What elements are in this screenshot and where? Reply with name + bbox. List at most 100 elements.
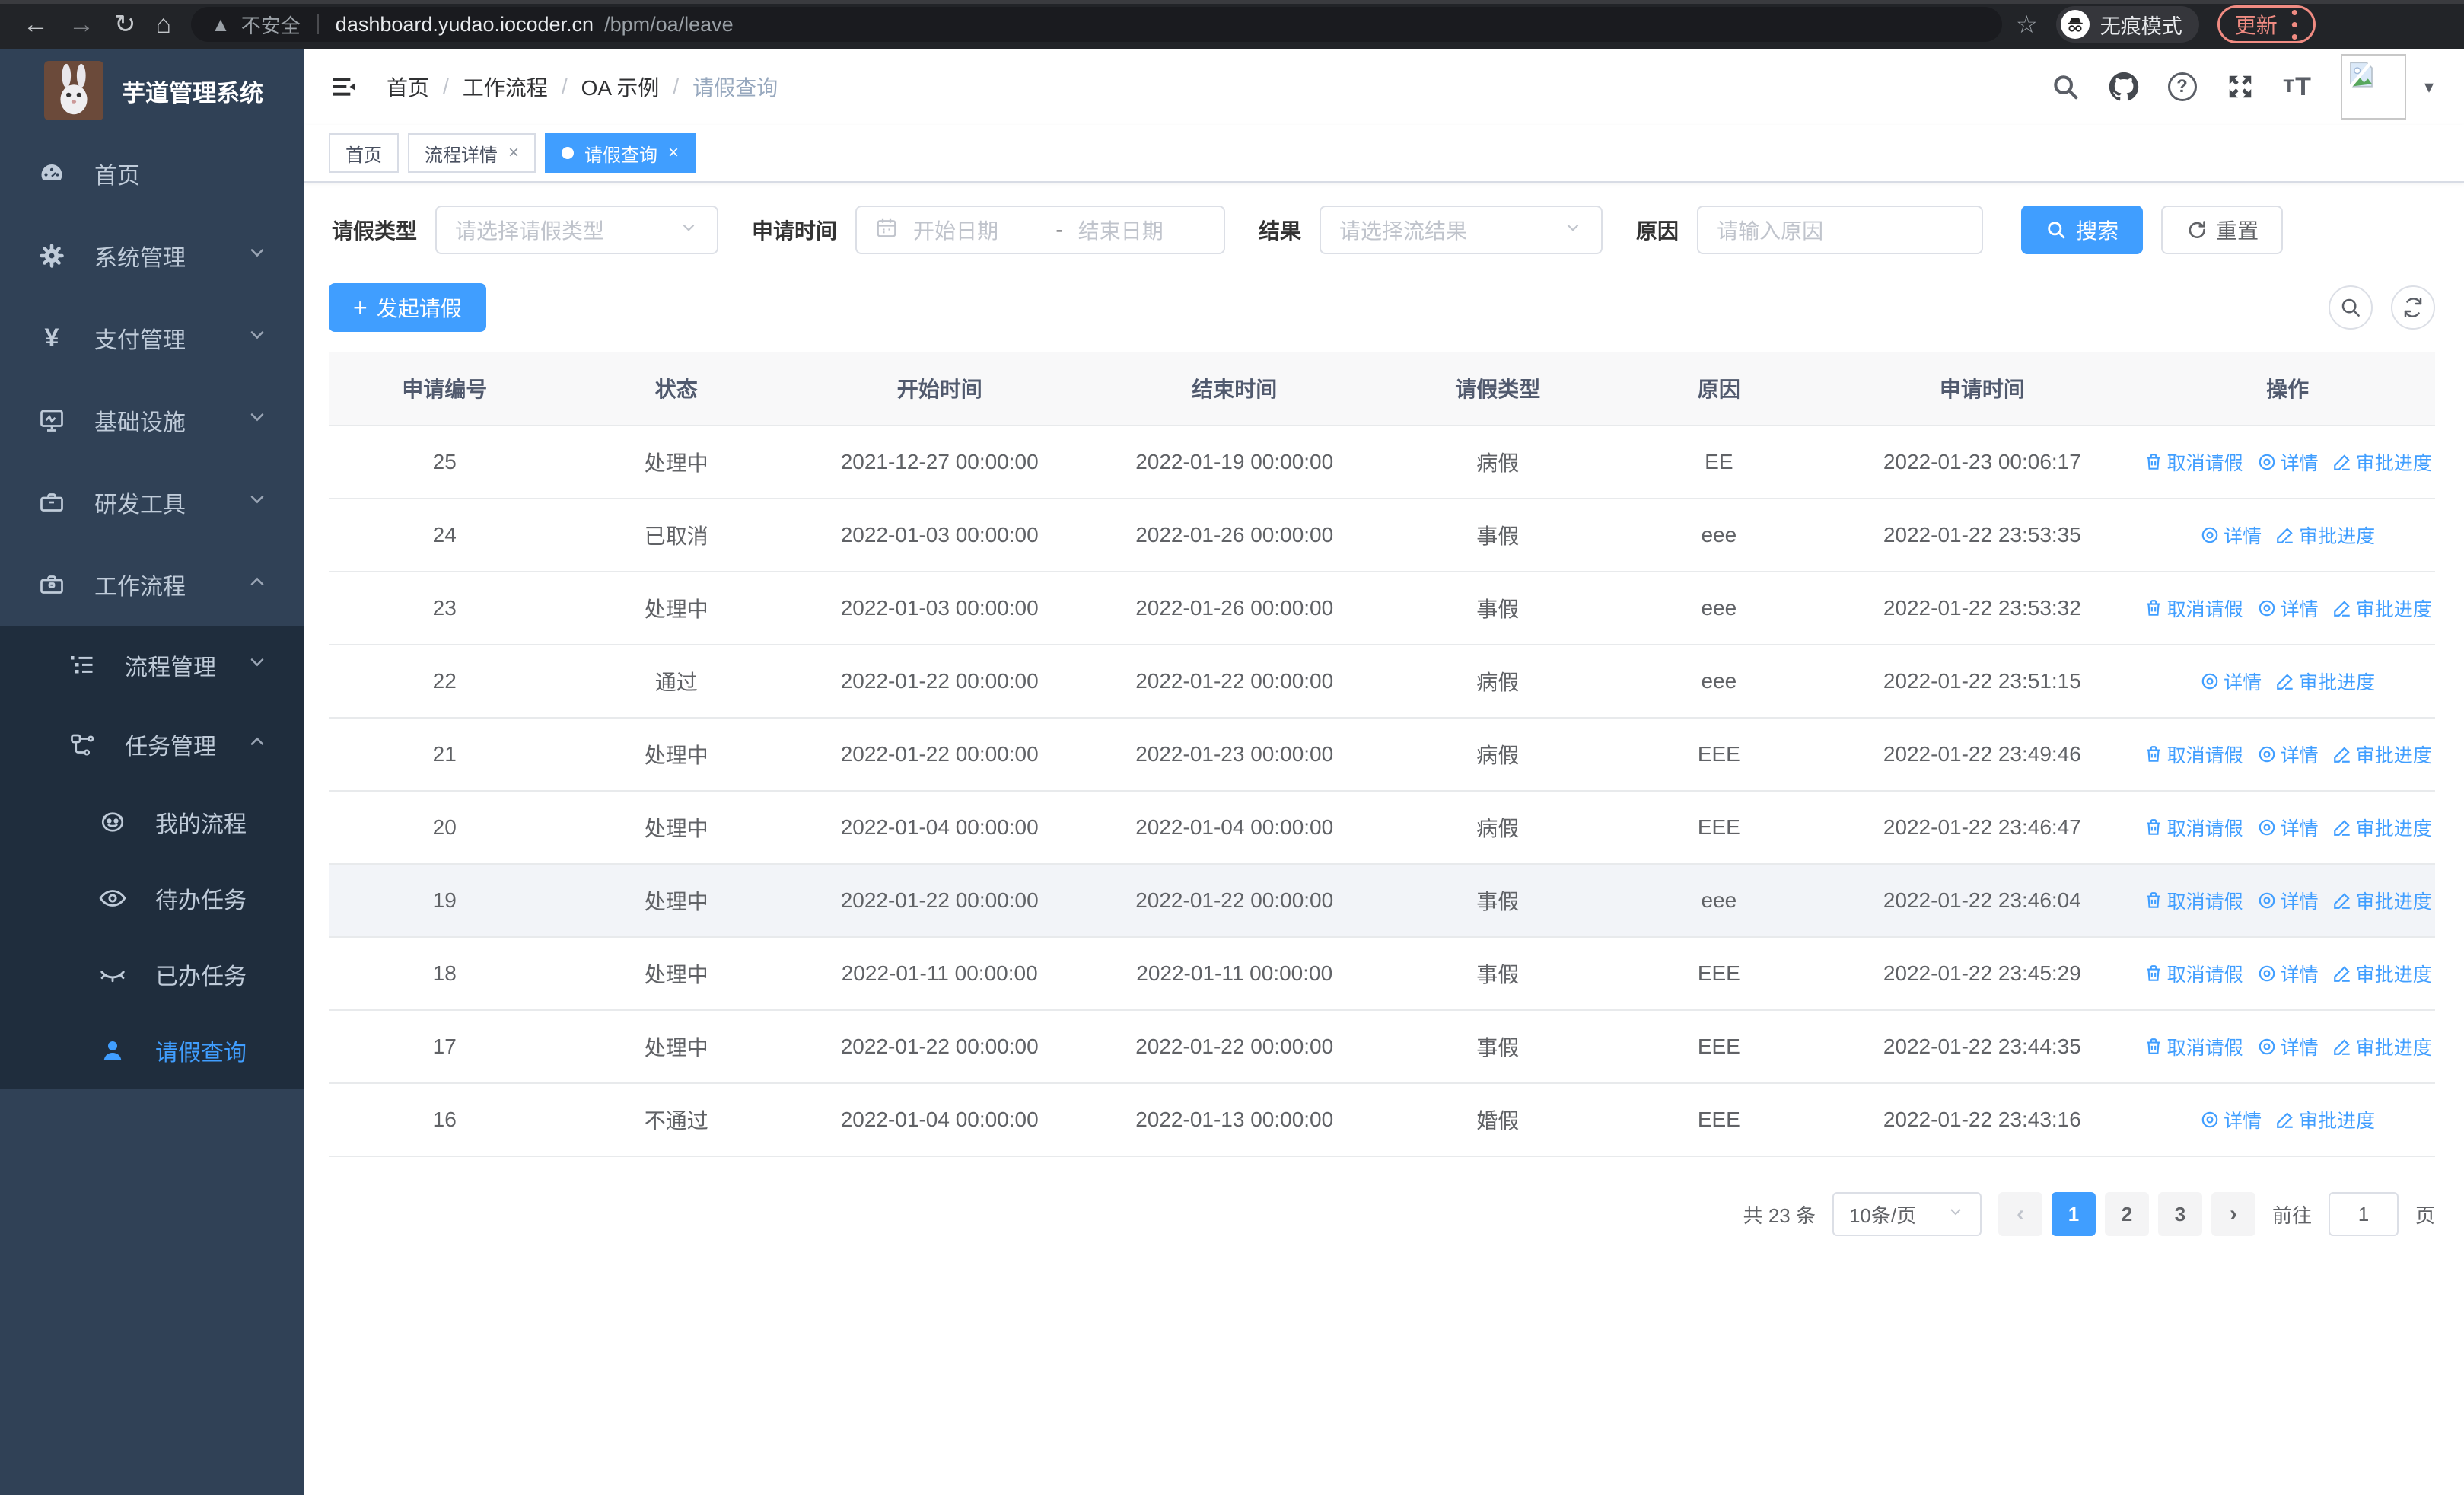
cancel-action-link[interactable]: 取消请假 bbox=[2144, 814, 2243, 841]
page-button-2[interactable]: 2 bbox=[2104, 1192, 2149, 1236]
bookmark-star-icon[interactable]: ☆ bbox=[2016, 10, 2038, 39]
sidebar-item-首页[interactable]: 首页 bbox=[0, 132, 304, 215]
browser-forward-icon[interactable]: → bbox=[68, 11, 94, 37]
tab-请假查询[interactable]: 请假查询 × bbox=[545, 133, 696, 173]
github-icon[interactable] bbox=[2109, 72, 2139, 102]
sidebar-item-研发工具[interactable]: 研发工具 bbox=[0, 461, 304, 543]
progress-action-link[interactable]: 审批进度 bbox=[2332, 741, 2432, 768]
goto-page-input[interactable] bbox=[2328, 1192, 2399, 1236]
help-icon[interactable]: ? bbox=[2167, 72, 2197, 101]
column-header-status: 状态 bbox=[654, 378, 698, 401]
progress-action-link[interactable]: 审批进度 bbox=[2332, 594, 2432, 622]
page-size-select[interactable]: 10条/页 bbox=[1832, 1192, 1982, 1236]
browser-menu-icon[interactable]: • • • bbox=[2291, 2, 2298, 46]
detail-action-link[interactable]: 详情 bbox=[2200, 521, 2262, 549]
detail-action-link[interactable]: 详情 bbox=[2257, 814, 2319, 841]
detail-action-link[interactable]: 详情 bbox=[2257, 887, 2319, 914]
cell-status: 处理中 bbox=[644, 963, 708, 987]
sidebar-item-系统管理[interactable]: 系统管理 bbox=[0, 215, 304, 297]
detail-action-link[interactable]: 详情 bbox=[2257, 1033, 2319, 1060]
sidebar-item-支付管理[interactable]: ¥ 支付管理 bbox=[0, 297, 304, 379]
sidebar-item-工作流程[interactable]: 工作流程 bbox=[0, 543, 304, 626]
url-host: dashboard.yudao.iocoder.cn bbox=[335, 12, 594, 36]
table-toolbar: + 发起请假 bbox=[329, 283, 2435, 332]
detail-action-link[interactable]: 详情 bbox=[2200, 668, 2262, 695]
address-bar[interactable]: ▲ 不安全 dashboard.yudao.iocoder.cn/bpm/oa/… bbox=[191, 7, 2003, 42]
create-leave-button[interactable]: + 发起请假 bbox=[329, 283, 486, 332]
font-size-icon[interactable]: TT bbox=[2284, 72, 2312, 102]
cell-type: 事假 bbox=[1476, 598, 1520, 621]
progress-action-link[interactable]: 审批进度 bbox=[2332, 887, 2432, 914]
cell-id: 24 bbox=[432, 523, 457, 547]
view-icon bbox=[2257, 598, 2277, 618]
cell-apply: 2022-01-22 23:46:47 bbox=[1883, 815, 2081, 839]
url-divider bbox=[317, 14, 319, 34]
action-label: 审批进度 bbox=[2299, 526, 2376, 547]
flow-node-icon bbox=[67, 731, 97, 758]
avatar[interactable] bbox=[2340, 54, 2406, 120]
breadcrumb-item[interactable]: 工作流程 bbox=[463, 72, 548, 102]
security-warning-icon[interactable]: ▲ bbox=[211, 13, 231, 37]
chevron-down-icon bbox=[679, 218, 699, 243]
detail-action-link[interactable]: 详情 bbox=[2257, 741, 2319, 768]
progress-action-link[interactable]: 审批进度 bbox=[2332, 1033, 2432, 1060]
cancel-action-link[interactable]: 取消请假 bbox=[2144, 960, 2243, 987]
tab-流程详情[interactable]: 流程详情 × bbox=[408, 133, 536, 173]
incognito-icon bbox=[2060, 10, 2090, 39]
sidebar-item-请假查询[interactable]: 请假查询 bbox=[0, 1012, 304, 1089]
prev-page-button[interactable]: ‹ bbox=[1998, 1192, 2042, 1236]
avatar-caret-icon[interactable]: ▾ bbox=[2424, 76, 2434, 98]
cancel-action-link[interactable]: 取消请假 bbox=[2144, 594, 2243, 622]
refresh-table-button[interactable] bbox=[2391, 285, 2435, 330]
show-search-button[interactable] bbox=[2329, 285, 2373, 330]
reason-input[interactable]: 请输入原因 bbox=[1697, 206, 1984, 254]
breadcrumb-item[interactable]: 首页 bbox=[387, 72, 429, 102]
app-logo-row[interactable]: 芋道管理系统 bbox=[0, 49, 304, 132]
next-page-button[interactable]: › bbox=[2211, 1192, 2255, 1236]
sidebar-item-已办任务[interactable]: 已办任务 bbox=[0, 936, 304, 1012]
view-icon bbox=[2200, 525, 2220, 545]
search-icon[interactable] bbox=[2051, 72, 2080, 101]
sidebar-item-基础设施[interactable]: 基础设施 bbox=[0, 379, 304, 461]
page-button-3[interactable]: 3 bbox=[2157, 1192, 2202, 1236]
sidebar-item-任务管理[interactable]: 任务管理 bbox=[0, 705, 304, 784]
progress-action-link[interactable]: 审批进度 bbox=[2275, 1106, 2375, 1133]
sidebar-item-label: 工作流程 bbox=[94, 575, 186, 600]
sidebar-collapse-icon[interactable] bbox=[329, 72, 359, 102]
detail-action-link[interactable]: 详情 bbox=[2200, 1106, 2262, 1133]
cell-id: 21 bbox=[432, 742, 457, 766]
column-header-ops: 操作 bbox=[2266, 378, 2310, 401]
reset-button[interactable]: 重置 bbox=[2161, 206, 2284, 254]
progress-action-link[interactable]: 审批进度 bbox=[2332, 814, 2432, 841]
page-button-1[interactable]: 1 bbox=[2051, 1192, 2096, 1236]
search-button[interactable]: 搜索 bbox=[2021, 206, 2144, 254]
browser-home-icon[interactable]: ⌂ bbox=[156, 11, 172, 37]
leave-type-select[interactable]: 请选择请假类型 bbox=[435, 206, 719, 254]
apply-time-range-picker[interactable]: 开始日期 - 结束日期 bbox=[855, 206, 1226, 254]
sidebar-item-我的流程[interactable]: 我的流程 bbox=[0, 784, 304, 860]
progress-action-link[interactable]: 审批进度 bbox=[2275, 521, 2375, 549]
progress-action-link[interactable]: 审批进度 bbox=[2332, 448, 2432, 476]
close-icon[interactable]: × bbox=[508, 142, 519, 164]
cancel-action-link[interactable]: 取消请假 bbox=[2144, 1033, 2243, 1060]
cancel-action-link[interactable]: 取消请假 bbox=[2144, 448, 2243, 476]
cancel-action-link[interactable]: 取消请假 bbox=[2144, 887, 2243, 914]
result-select[interactable]: 请选择流结果 bbox=[1320, 206, 1603, 254]
browser-update-button[interactable]: 更新 • • • bbox=[2217, 2, 2316, 46]
cell-apply: 2022-01-22 23:46:04 bbox=[1883, 888, 2081, 912]
detail-action-link[interactable]: 详情 bbox=[2257, 960, 2319, 987]
sidebar-item-待办任务[interactable]: 待办任务 bbox=[0, 860, 304, 936]
progress-action-link[interactable]: 审批进度 bbox=[2275, 668, 2375, 695]
cell-ops: 取消请假 详情 审批进度 bbox=[2140, 572, 2435, 644]
close-icon[interactable]: × bbox=[668, 142, 679, 164]
sidebar-item-流程管理[interactable]: 流程管理 bbox=[0, 626, 304, 705]
detail-action-link[interactable]: 详情 bbox=[2257, 448, 2319, 476]
fullscreen-icon[interactable] bbox=[2226, 72, 2255, 101]
breadcrumb-item[interactable]: OA 示例 bbox=[581, 72, 660, 102]
cancel-action-link[interactable]: 取消请假 bbox=[2144, 741, 2243, 768]
progress-action-link[interactable]: 审批进度 bbox=[2332, 960, 2432, 987]
browser-reload-icon[interactable]: ↻ bbox=[114, 11, 136, 37]
tab-首页[interactable]: 首页 bbox=[329, 133, 399, 173]
browser-back-icon[interactable]: ← bbox=[23, 11, 49, 37]
detail-action-link[interactable]: 详情 bbox=[2257, 594, 2319, 622]
